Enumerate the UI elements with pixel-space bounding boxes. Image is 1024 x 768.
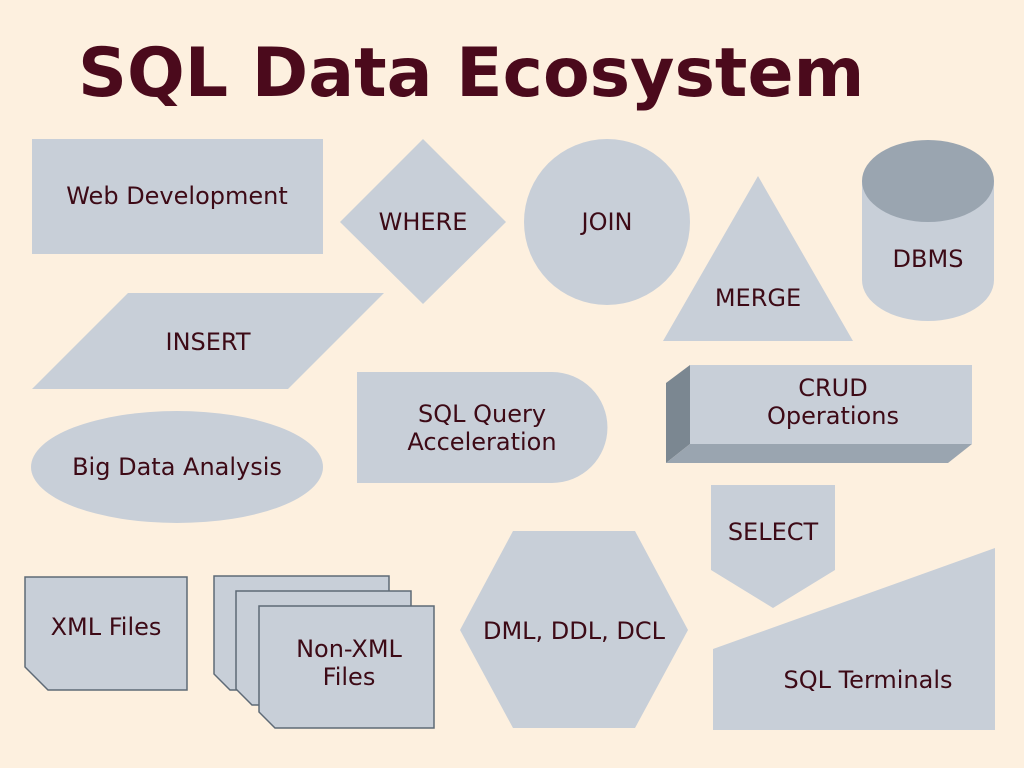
- triangle-shape: [663, 176, 853, 341]
- web-development-node: Web Development: [32, 139, 323, 254]
- select-node: SELECT: [711, 485, 835, 608]
- big-data-analysis-label: Big Data Analysis: [72, 453, 282, 481]
- pentagon-arrow-shape: [711, 485, 835, 608]
- sql-terminals-label: SQL Terminals: [783, 666, 952, 694]
- cylinder-top-shape: [862, 140, 994, 222]
- merge-label: MERGE: [715, 284, 801, 312]
- page-title: SQL Data Ecosystem: [78, 34, 864, 113]
- big-data-analysis-node: Big Data Analysis: [31, 411, 323, 523]
- sql-query-acceleration-label-line-1: SQL Query: [418, 400, 546, 428]
- select-label: SELECT: [728, 518, 819, 546]
- sql-query-acceleration-node: SQL Query Acceleration: [357, 372, 608, 483]
- web-development-label: Web Development: [66, 182, 288, 210]
- insert-node: INSERT: [32, 293, 384, 389]
- merge-node: MERGE: [663, 176, 853, 341]
- dml-ddl-dcl-node: DML, DDL, DCL: [460, 531, 688, 728]
- crud-operations-label-line-2: Operations: [767, 402, 899, 430]
- box-bottom-shape: [666, 444, 972, 463]
- where-node: WHERE: [340, 139, 506, 304]
- insert-label: INSERT: [165, 328, 250, 356]
- dbms-label: DBMS: [893, 245, 964, 273]
- xml-files-label: XML Files: [51, 613, 162, 641]
- non-xml-files-label-line-2: Files: [323, 663, 376, 691]
- dml-ddl-dcl-label: DML, DDL, DCL: [483, 617, 666, 645]
- non-xml-files-label-line-1: Non-XML: [296, 635, 402, 663]
- crud-operations-label-line-1: CRUD: [798, 374, 867, 402]
- where-label: WHERE: [379, 208, 468, 236]
- non-xml-files-node: Non-XML Files: [213, 575, 435, 729]
- crud-operations-node: CRUD Operations: [666, 365, 972, 463]
- dbms-node: DBMS: [862, 140, 994, 321]
- diagram-canvas: SQL Data Ecosystem Web Development WHERE…: [24, 34, 995, 730]
- join-label: JOIN: [580, 208, 633, 236]
- xml-files-node: XML Files: [24, 576, 188, 691]
- join-node: JOIN: [524, 139, 690, 305]
- sql-query-acceleration-label-line-2: Acceleration: [407, 428, 556, 456]
